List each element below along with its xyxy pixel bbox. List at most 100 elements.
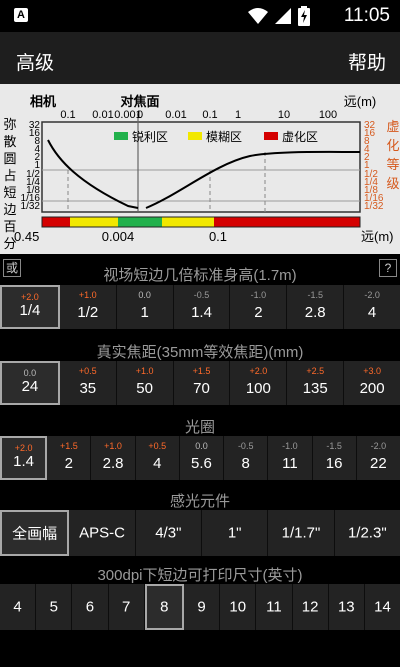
right-axis-tick-label: 1/32 <box>364 201 384 212</box>
field-of-view-option[interactable]: -0.5 1.4 <box>173 285 231 329</box>
section-title-aperture: 光圈 <box>184 419 215 436</box>
print-size-option[interactable]: 6 <box>72 584 109 630</box>
left-axis-title-char: 散 <box>3 134 16 149</box>
aperture-option[interactable]: +2.0 1.4 <box>0 436 48 480</box>
sensor-option-value: 1/2.3" <box>347 524 387 542</box>
field-of-view-option-value: 1/4 <box>19 302 41 319</box>
field-of-view-option[interactable]: +2.0 1/4 <box>0 285 60 329</box>
focal-length-option[interactable]: +0.5 35 <box>59 361 117 405</box>
sensor-option[interactable]: APS-C <box>69 510 136 556</box>
field-of-view-option-ev-delta: -1.0 <box>250 290 267 300</box>
print-size-option[interactable]: 9 <box>183 584 221 630</box>
sensor-option[interactable]: 1" <box>201 510 269 556</box>
print-size-option[interactable]: 12 <box>292 584 329 630</box>
camera-label: 相机 <box>30 94 56 109</box>
focal-length-option-value: 135 <box>302 380 328 397</box>
app-bar: 高级 帮助 <box>0 32 400 84</box>
focal-length-option[interactable]: +2.0 100 <box>230 361 288 405</box>
focal-length-option-value: 50 <box>136 380 153 397</box>
far-blur-curve <box>145 150 361 209</box>
help-question-button[interactable]: ? <box>379 259 397 277</box>
far-limit-value: 0.1 <box>209 229 227 244</box>
print-size-option-value: 12 <box>301 598 319 616</box>
aperture-option-value: 5.6 <box>191 455 212 472</box>
battery-charging-icon <box>298 6 310 26</box>
right-axis-title-char: 等 <box>386 157 399 172</box>
aperture-option-ev-delta: 0.0 <box>195 441 208 451</box>
legend-label: 锐利区 <box>132 130 168 144</box>
aperture-options: +2.0 1.4 +1.5 2 +1.0 2.8 +0.5 4 0.0 5.6 -0.5 8 -1.0 1… <box>0 436 400 480</box>
focal-length-option[interactable]: 0.0 24 <box>0 361 60 405</box>
field-of-view-option[interactable]: -2.0 4 <box>344 285 400 329</box>
sensor-option-value: 全画幅 <box>12 525 58 543</box>
focal-length-option[interactable]: +1.5 70 <box>173 361 231 405</box>
help-button[interactable]: 帮助 <box>348 48 386 75</box>
focal-length-option-ev-delta: +1.0 <box>135 366 154 376</box>
aperture-option[interactable]: 0.0 5.6 <box>179 436 225 480</box>
aperture-option-ev-delta: -2.0 <box>370 441 387 451</box>
sensor-option-value: 1" <box>227 524 242 542</box>
band-blur-near <box>42 217 70 227</box>
section-title-field-of-view: 视场短边几倍标准身高(1.7m) <box>103 267 297 284</box>
aperture-option[interactable]: -2.0 22 <box>356 436 400 480</box>
focal-length-option[interactable]: +2.5 135 <box>287 361 345 405</box>
focus-distance-value: 0.004 <box>102 229 135 244</box>
field-of-view-option-value: 1.4 <box>191 304 212 321</box>
depth-of-field-chart: 相机 对焦面 远(m) 0.1 0.01 0.001 0 0.01 0.1 1 10 100 32 16 8… <box>0 84 400 254</box>
aperture-option[interactable]: +1.0 2.8 <box>91 436 136 480</box>
print-size-option-value: 14 <box>374 598 391 616</box>
sensor-option[interactable]: 全画幅 <box>0 510 70 556</box>
focal-length-option-ev-delta: +1.5 <box>192 366 211 376</box>
aperture-option[interactable]: -1.5 16 <box>312 436 357 480</box>
aperture-option-value: 2.8 <box>102 455 124 472</box>
field-of-view-option[interactable]: -1.5 2.8 <box>287 285 345 329</box>
print-size-option[interactable]: 10 <box>220 584 257 630</box>
print-size-option[interactable]: 11 <box>256 584 293 630</box>
aperture-option-ev-delta: -1.5 <box>326 441 342 451</box>
aperture-option-ev-delta: -1.0 <box>282 441 298 451</box>
right-axis-title-char: 化 <box>386 138 399 153</box>
field-of-view-option[interactable]: +1.0 1/2 <box>59 285 117 329</box>
field-of-view-option[interactable]: -1.0 2 <box>230 285 288 329</box>
print-size-option[interactable]: 7 <box>108 584 145 630</box>
aperture-option-value: 16 <box>325 455 343 472</box>
print-size-option[interactable]: 13 <box>328 584 365 630</box>
print-size-option[interactable]: 14 <box>364 584 400 630</box>
section-title-sensor: 感光元件 <box>169 493 230 510</box>
sensor-option[interactable]: 1/1.7" <box>268 510 335 556</box>
field-of-view-option-value: 2.8 <box>304 304 326 321</box>
field-of-view-option-value: 1/2 <box>77 304 99 321</box>
focal-length-option-ev-delta: 0.0 <box>23 368 37 378</box>
sensor-option[interactable]: 4/3" <box>135 510 202 556</box>
band-blur-far <box>214 217 360 227</box>
print-size-option[interactable]: 5 <box>36 584 73 630</box>
page-title: 高级 <box>16 53 55 74</box>
focal-length-option[interactable]: +1.0 50 <box>116 361 174 405</box>
print-size-option[interactable]: 8 <box>144 584 184 630</box>
bottom-far-label: 远(m) <box>361 229 394 244</box>
status-bar: A 11:05 <box>0 0 400 32</box>
aperture-option[interactable]: +0.5 4 <box>135 436 180 480</box>
aperture-option[interactable]: -1.0 11 <box>268 436 313 480</box>
aperture-option-value: 22 <box>370 455 387 472</box>
field-of-view-option-ev-delta: -2.0 <box>364 290 380 300</box>
left-axis-title-char: 短 <box>3 185 16 200</box>
aperture-option[interactable]: -0.5 8 <box>224 436 269 480</box>
print-size-option-value: 13 <box>337 598 355 616</box>
section-focal-length: 真实焦距(35mm等效焦距)(mm) 0.0 24 +0.5 35 +1.0 50 +1.5… <box>0 335 400 411</box>
chart-canvas: 相机 对焦面 远(m)0.1 0.01 0.0010 0.01 0.1 1 10 10032168… <box>3 94 399 251</box>
aperture-option-ev-delta: +1.0 <box>104 441 122 451</box>
print-size-option[interactable]: 4 <box>0 584 37 630</box>
right-axis-title-char: 虚 <box>386 119 399 134</box>
left-axis-title-char: 圆 <box>3 151 16 166</box>
field-of-view-option[interactable]: 0.0 1 <box>116 285 174 329</box>
field-of-view-option-ev-delta: 0.0 <box>138 290 151 300</box>
field-of-view-option-ev-delta: +2.0 <box>21 292 39 302</box>
sensor-option[interactable]: 1/2.3" <box>334 510 400 556</box>
section-title-print-size: 300dpi下短边可打印尺寸(英寸) <box>97 567 303 584</box>
focal-length-option-value: 24 <box>21 378 39 395</box>
aperture-option[interactable]: +1.5 2 <box>47 436 92 480</box>
focal-length-option[interactable]: +3.0 200 <box>344 361 400 405</box>
aperture-option-value: 8 <box>241 455 250 472</box>
top-axis-tick-label: 0.01 <box>165 109 186 121</box>
